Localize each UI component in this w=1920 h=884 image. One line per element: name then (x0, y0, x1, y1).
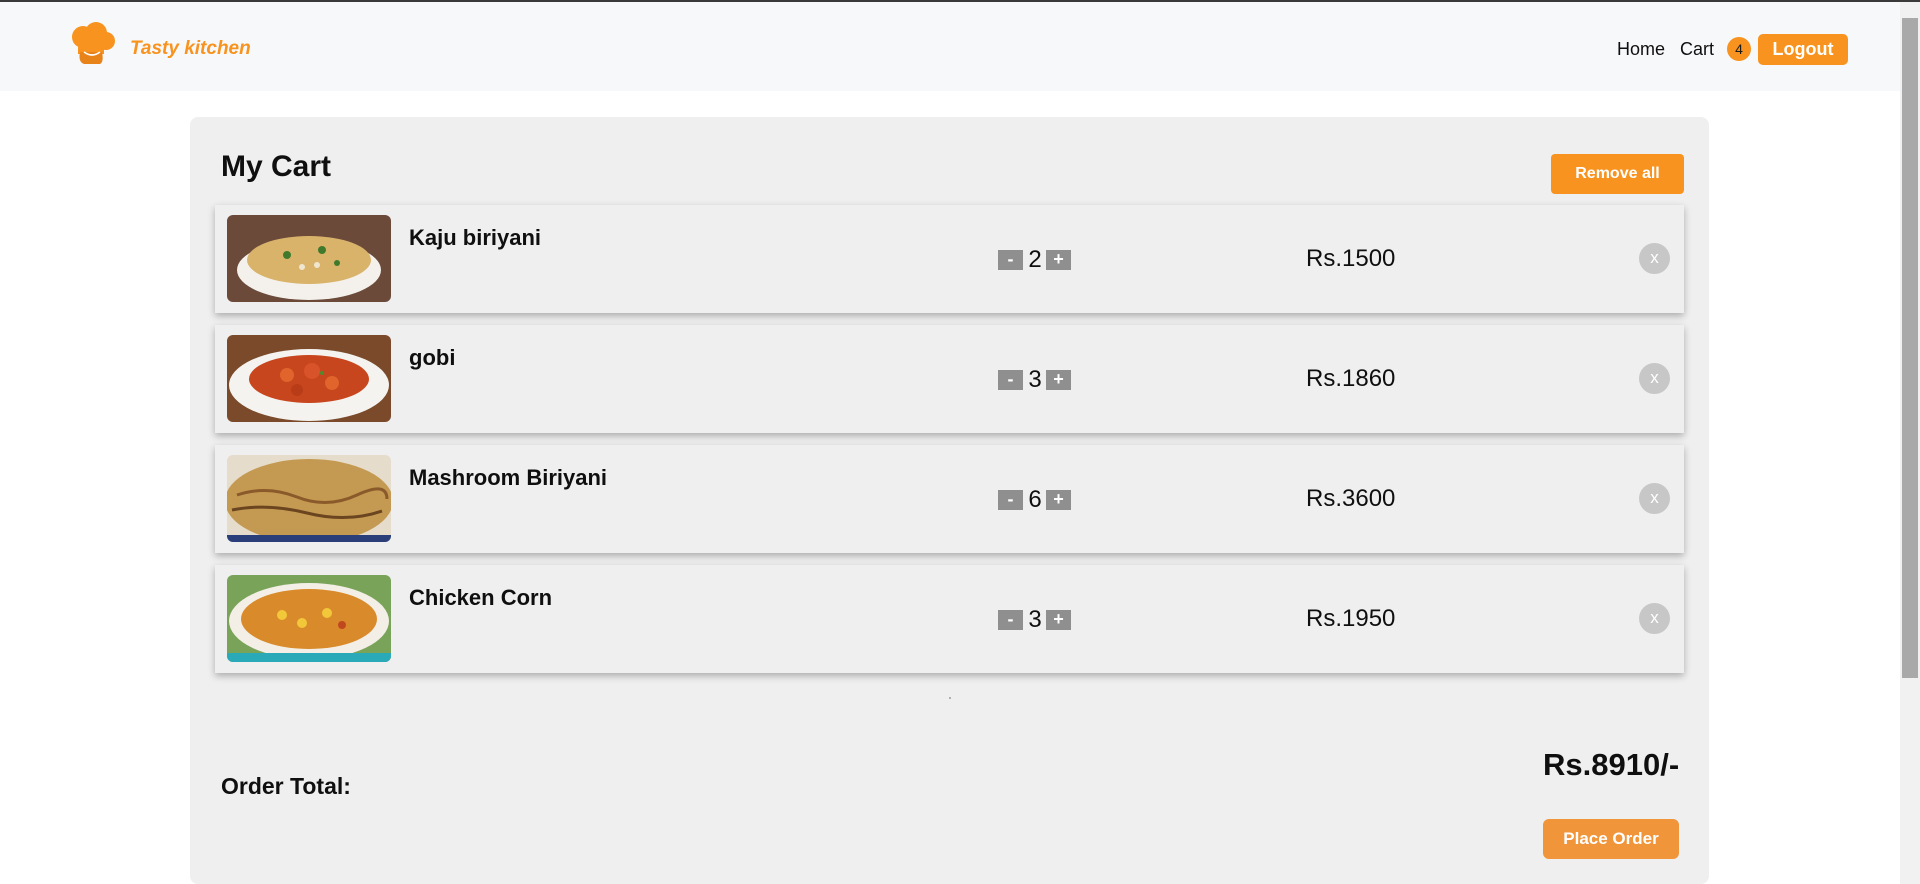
remove-item-button[interactable]: x (1639, 363, 1670, 394)
page-title: My Cart (221, 150, 332, 183)
item-quantity: 3 (1028, 606, 1042, 633)
item-quantity: 2 (1028, 246, 1042, 273)
cart-item: gobi - 3 + Rs.1860 x (215, 325, 1684, 433)
remove-item-button[interactable]: x (1639, 243, 1670, 274)
increase-quantity-button[interactable]: + (1046, 610, 1071, 630)
item-name: Mashroom Biriyani (409, 465, 608, 490)
item-price: Rs.3600 (1306, 485, 1396, 512)
decrease-quantity-button[interactable]: - (998, 370, 1023, 390)
cart-item: Chicken Corn - 3 + Rs.1950 x (215, 565, 1684, 673)
order-total-value: Rs.8910/- (1543, 747, 1680, 782)
item-quantity: 3 (1028, 366, 1042, 393)
item-quantity: 6 (1028, 486, 1042, 513)
chef-hat-icon[interactable] (70, 22, 116, 68)
remove-item-button[interactable]: x (1639, 483, 1670, 514)
place-order-button[interactable]: Place Order (1543, 819, 1679, 859)
item-image (227, 215, 391, 302)
item-image (227, 335, 391, 422)
navbar: Tasty kitchen Home Cart 4 Logout (0, 2, 1900, 91)
item-image (227, 575, 391, 662)
decrease-quantity-button[interactable]: - (998, 250, 1023, 270)
decrease-quantity-button[interactable]: - (998, 490, 1023, 510)
remove-all-button[interactable]: Remove all (1551, 154, 1684, 194)
divider-dot (949, 697, 951, 699)
remove-item-button[interactable]: x (1639, 603, 1670, 634)
logout-button[interactable]: Logout (1758, 34, 1848, 65)
scrollbar-thumb[interactable] (1902, 18, 1918, 678)
item-price: Rs.1860 (1306, 365, 1396, 392)
decrease-quantity-button[interactable]: - (998, 610, 1023, 630)
item-name: Chicken Corn (409, 585, 553, 610)
increase-quantity-button[interactable]: + (1046, 370, 1071, 390)
item-price: Rs.1950 (1306, 605, 1396, 632)
item-name: Kaju biriyani (409, 225, 542, 250)
item-name: gobi (409, 345, 456, 370)
cart-count-badge: 4 (1727, 37, 1751, 61)
item-image (227, 455, 391, 542)
cart-item: Kaju biriyani - 2 + Rs.1500 x (215, 205, 1684, 313)
nav-cart-link[interactable]: Cart (1680, 39, 1714, 60)
nav-home-link[interactable]: Home (1617, 39, 1665, 60)
cart-panel: My Cart Remove all Kaju biriyani - 2 + R… (190, 117, 1709, 884)
increase-quantity-button[interactable]: + (1046, 250, 1071, 270)
brand-name[interactable]: Tasty kitchen (130, 38, 251, 60)
item-price: Rs.1500 (1306, 245, 1396, 272)
cart-item: Mashroom Biriyani - 6 + Rs.3600 x (215, 445, 1684, 553)
increase-quantity-button[interactable]: + (1046, 490, 1071, 510)
order-total-label: Order Total: (221, 773, 351, 799)
